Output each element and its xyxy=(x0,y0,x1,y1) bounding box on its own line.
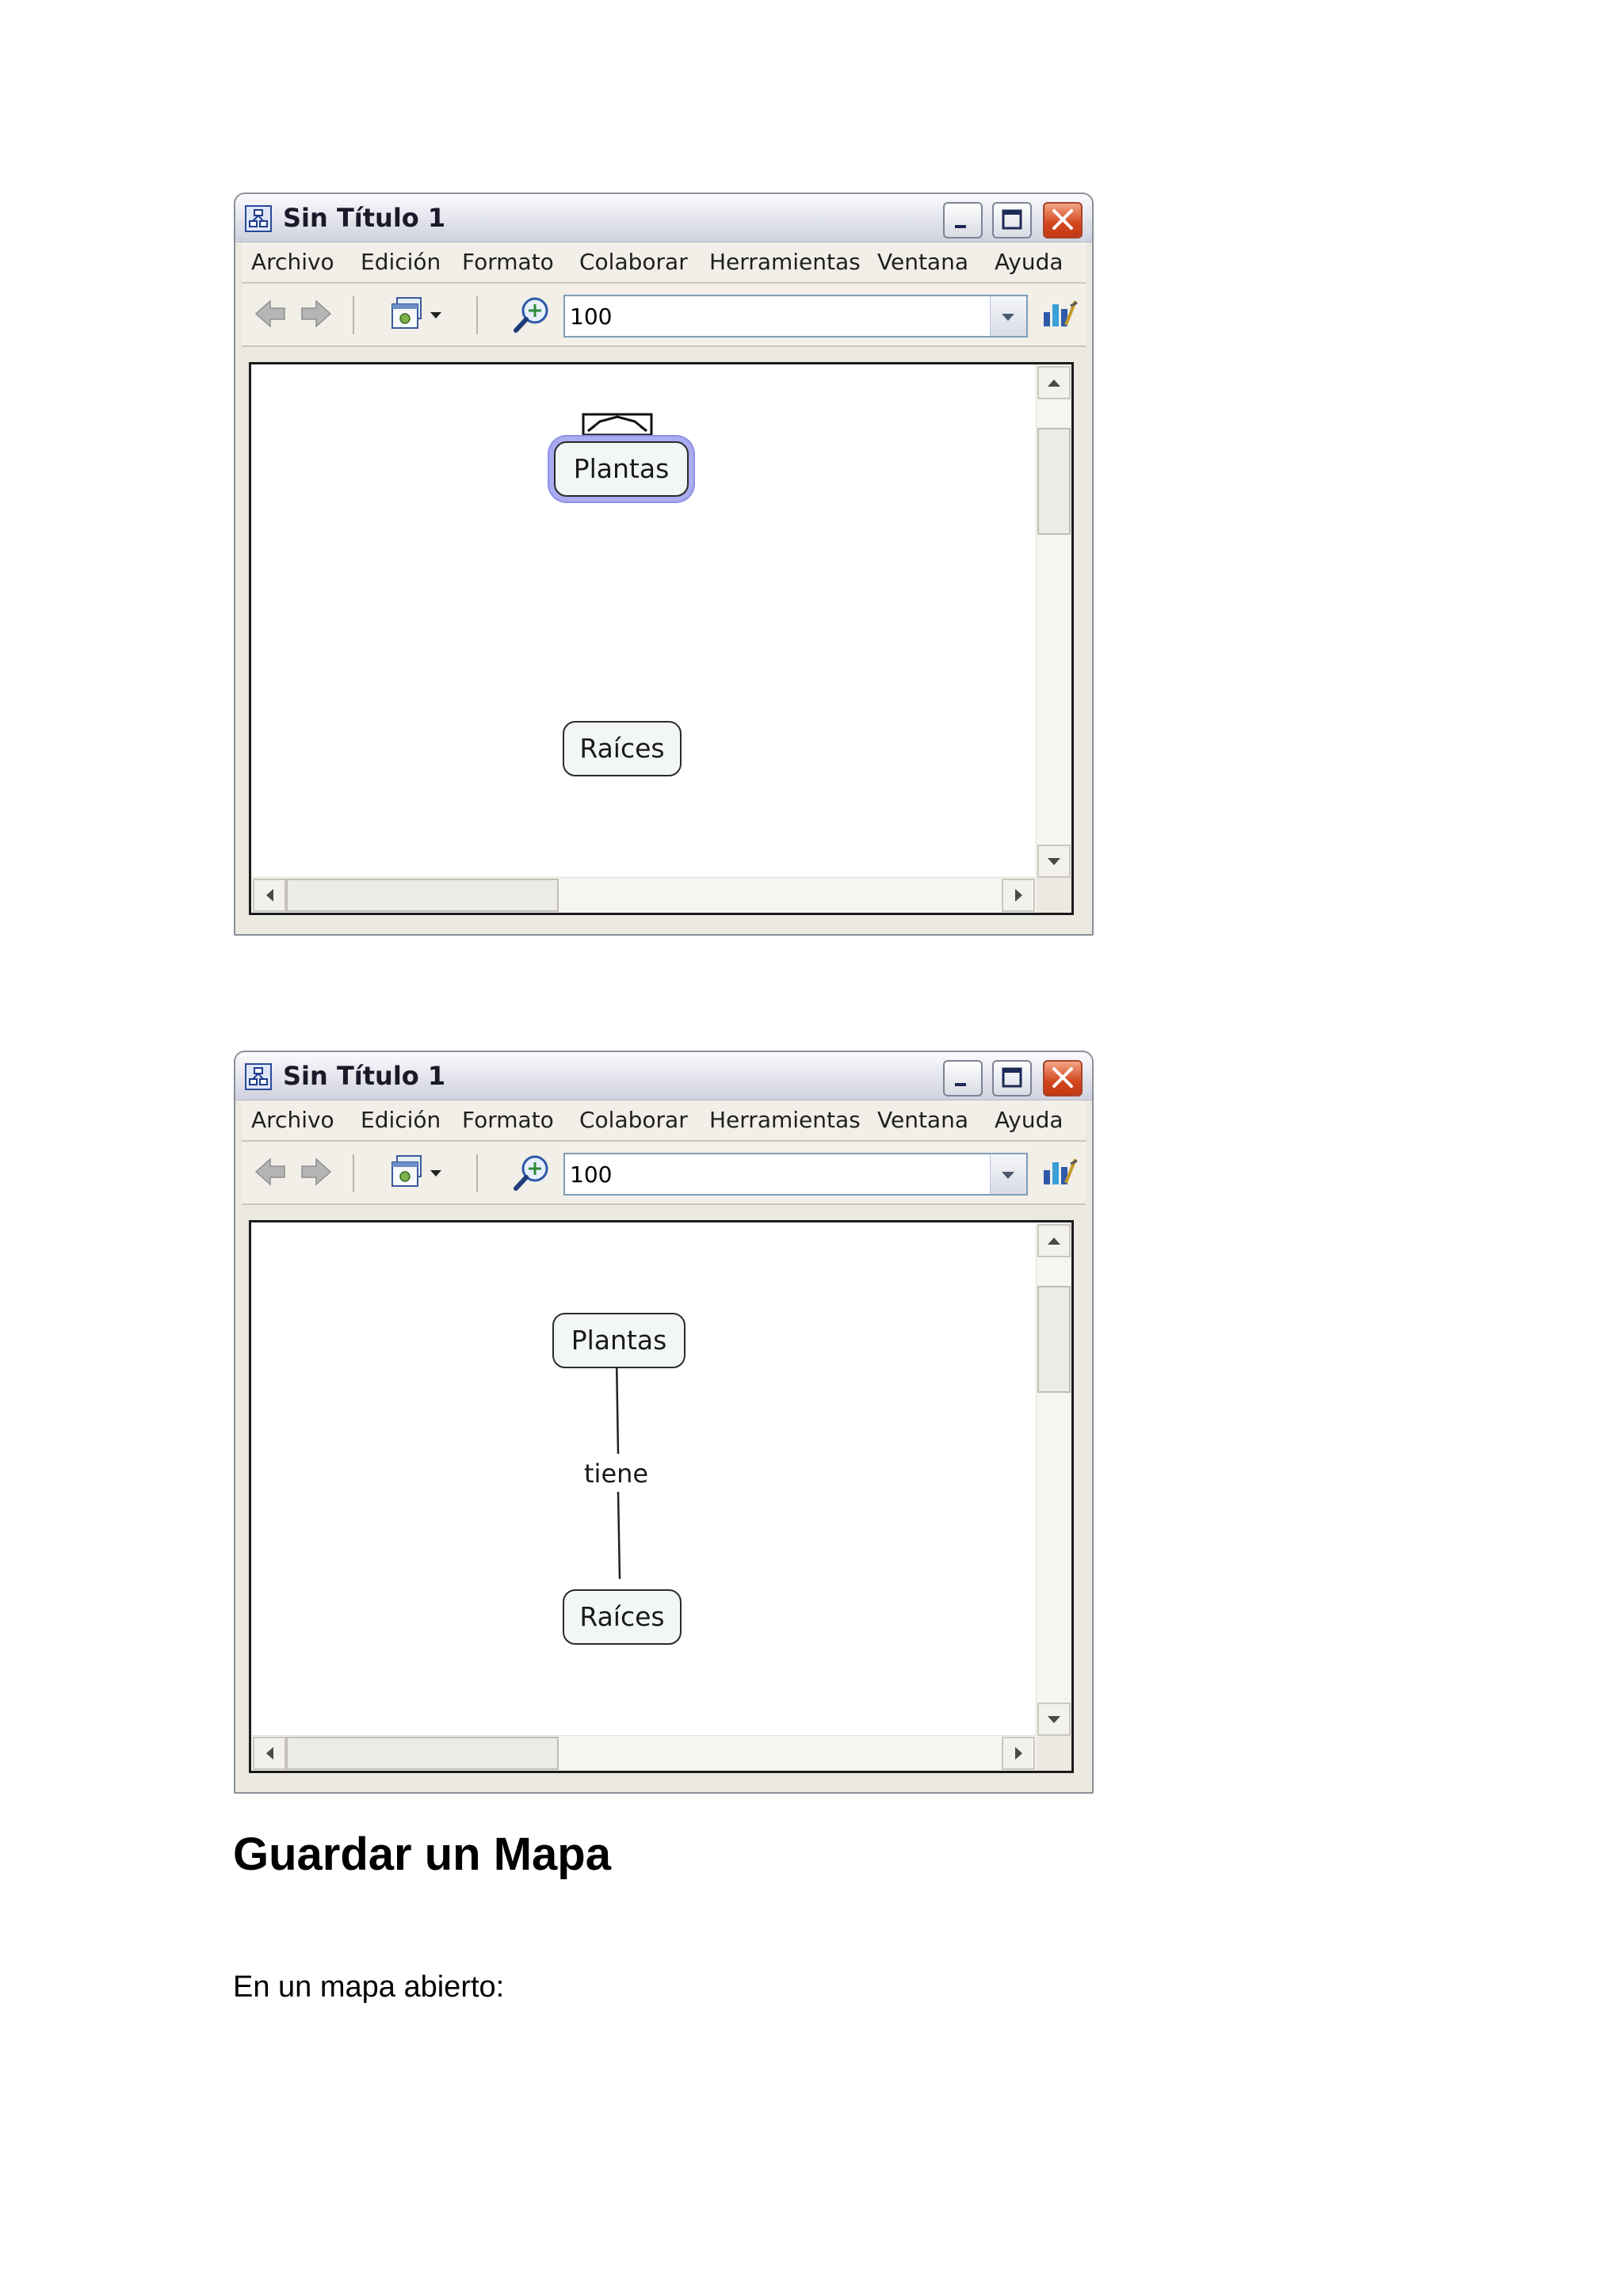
menu-formato[interactable]: Formato xyxy=(462,249,554,276)
concept-node-top[interactable]: Plantas xyxy=(554,441,689,497)
toolbar-separator xyxy=(353,1154,354,1192)
title-bar[interactable]: Sin Título 1 xyxy=(235,194,1092,242)
arrow-up-icon xyxy=(1048,1238,1060,1245)
tools-icon[interactable] xyxy=(1039,295,1080,334)
close-button[interactable] xyxy=(1043,202,1083,238)
menu-ayuda[interactable]: Ayuda xyxy=(995,249,1064,276)
menu-herramientas[interactable]: Herramientas xyxy=(709,249,861,276)
menu-colaborar[interactable]: Colaborar xyxy=(579,249,688,276)
back-arrow-icon[interactable] xyxy=(253,1153,288,1191)
tools-icon[interactable] xyxy=(1039,1153,1080,1192)
close-button[interactable] xyxy=(1043,1060,1083,1097)
arrow-up-icon xyxy=(1048,379,1060,387)
scroll-up-button[interactable] xyxy=(1037,366,1071,399)
menu-ventana[interactable]: Ventana xyxy=(877,249,968,276)
minimize-button[interactable] xyxy=(943,1060,983,1097)
zoom-value[interactable]: 100 xyxy=(570,1162,612,1188)
minimize-button[interactable] xyxy=(943,202,983,238)
toolbar: 100 xyxy=(242,284,1086,347)
zoom-magnifier-icon[interactable] xyxy=(511,295,556,336)
menu-colaborar[interactable]: Colaborar xyxy=(579,1107,688,1134)
horizontal-scroll-thumb[interactable] xyxy=(286,1737,559,1770)
menu-bar: Archivo Edición Formato Colaborar Herram… xyxy=(242,242,1086,284)
vertical-scroll-thumb[interactable] xyxy=(1037,1286,1071,1393)
scroll-down-button[interactable] xyxy=(1037,845,1071,878)
vertical-scrollbar[interactable] xyxy=(1036,1222,1071,1739)
menu-ayuda[interactable]: Ayuda xyxy=(995,1107,1064,1134)
toolbar: 100 xyxy=(242,1142,1086,1205)
scroll-corner xyxy=(1037,878,1071,913)
arrow-left-icon xyxy=(266,1747,273,1760)
zoom-dropdown-button[interactable] xyxy=(990,1154,1026,1194)
cmap-window-2: Sin Título 1 Archivo Edición Formato Col… xyxy=(234,1051,1094,1794)
menu-ventana[interactable]: Ventana xyxy=(877,1107,968,1134)
toolbar-separator xyxy=(476,1154,478,1192)
zoom-value[interactable]: 100 xyxy=(570,304,612,330)
cmap-app-icon xyxy=(245,205,272,232)
zoom-dropdown-button[interactable] xyxy=(990,296,1026,336)
map-canvas[interactable]: Plantas tiene Raíces xyxy=(249,1220,1074,1773)
arrow-left-icon xyxy=(266,889,273,902)
menu-edicion[interactable]: Edición xyxy=(361,1107,441,1134)
toolbar-separator xyxy=(476,296,478,334)
zoom-combobox[interactable]: 100 xyxy=(563,1153,1028,1196)
forward-arrow-icon[interactable] xyxy=(299,295,334,333)
menu-herramientas[interactable]: Herramientas xyxy=(709,1107,861,1134)
window-title: Sin Título 1 xyxy=(283,203,446,233)
chevron-down-icon xyxy=(1002,1172,1014,1179)
linking-phrase[interactable]: tiene xyxy=(584,1459,649,1489)
cmap-app-icon xyxy=(245,1063,272,1090)
menu-formato[interactable]: Formato xyxy=(462,1107,554,1134)
menu-edicion[interactable]: Edición xyxy=(361,249,441,276)
menu-bar: Archivo Edición Formato Colaborar Herram… xyxy=(242,1100,1086,1142)
arrow-down-icon xyxy=(1048,858,1060,865)
scroll-left-button[interactable] xyxy=(253,1737,286,1770)
section-paragraph: En un mapa abierto: xyxy=(233,1970,505,2004)
concept-node-bottom[interactable]: Raíces xyxy=(563,1589,682,1645)
horizontal-scroll-thumb[interactable] xyxy=(286,879,559,912)
scroll-corner xyxy=(1037,1736,1071,1771)
section-heading: Guardar un Mapa xyxy=(233,1829,611,1880)
horizontal-scrollbar[interactable] xyxy=(251,877,1038,913)
horizontal-scrollbar[interactable] xyxy=(251,1735,1038,1771)
forward-arrow-icon[interactable] xyxy=(299,1153,334,1191)
toolbar-separator xyxy=(353,296,354,334)
views-dropdown-icon[interactable] xyxy=(389,295,453,334)
chevron-down-icon xyxy=(1002,314,1014,321)
maximize-button[interactable] xyxy=(992,202,1032,238)
scroll-down-button[interactable] xyxy=(1037,1703,1071,1736)
cmap-window-1: Sin Título 1 Archivo Edición Formato Col… xyxy=(234,193,1094,936)
maximize-button[interactable] xyxy=(992,1060,1032,1097)
scroll-left-button[interactable] xyxy=(253,879,286,912)
title-bar[interactable]: Sin Título 1 xyxy=(235,1052,1092,1100)
menu-archivo[interactable]: Archivo xyxy=(251,1107,334,1134)
views-dropdown-icon[interactable] xyxy=(389,1153,453,1192)
zoom-combobox[interactable]: 100 xyxy=(563,295,1028,338)
arrow-down-icon xyxy=(1048,1716,1060,1723)
scroll-up-button[interactable] xyxy=(1037,1224,1071,1257)
menu-archivo[interactable]: Archivo xyxy=(251,249,334,276)
concept-node-top[interactable]: Plantas xyxy=(552,1313,685,1368)
concept-node-bottom[interactable]: Raíces xyxy=(563,721,682,776)
scroll-right-button[interactable] xyxy=(1002,1737,1035,1770)
back-arrow-icon[interactable] xyxy=(253,295,288,333)
vertical-scrollbar[interactable] xyxy=(1036,364,1071,881)
window-title: Sin Título 1 xyxy=(283,1061,446,1091)
vertical-scroll-thumb[interactable] xyxy=(1037,428,1071,535)
zoom-magnifier-icon[interactable] xyxy=(511,1153,556,1194)
scroll-right-button[interactable] xyxy=(1002,879,1035,912)
arrow-right-icon xyxy=(1015,889,1022,902)
arrow-right-icon xyxy=(1015,1747,1022,1760)
map-canvas[interactable]: Plantas Raíces xyxy=(249,362,1074,915)
